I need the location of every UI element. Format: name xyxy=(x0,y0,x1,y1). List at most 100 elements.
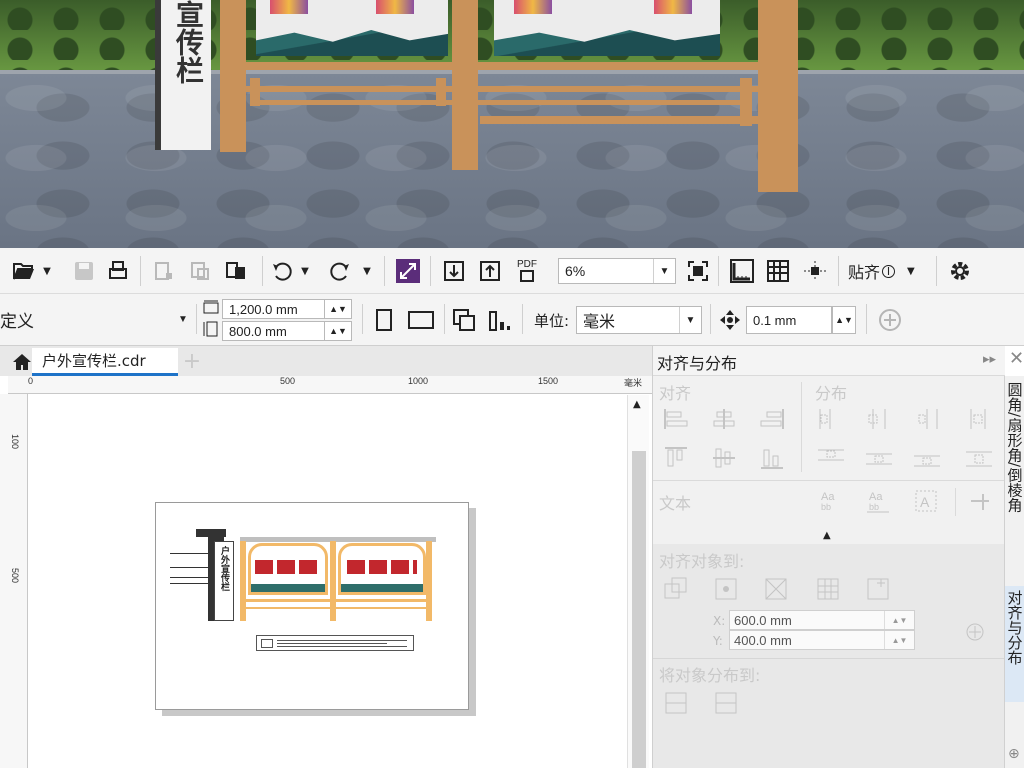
pdf-export-icon[interactable]: PDF xyxy=(512,258,542,282)
distribute-spacing-h-icon[interactable] xyxy=(965,408,993,434)
section-divider xyxy=(801,382,802,472)
document-page[interactable]: 户外宣传栏 xyxy=(155,502,469,710)
chevron-down-icon[interactable]: ▼ xyxy=(172,306,194,332)
align-x-input[interactable]: 600.0 mm ▲▼ xyxy=(729,610,915,630)
docker-tab-align-label: 对齐与分布 xyxy=(1005,590,1024,665)
chevron-down-icon[interactable]: ▼ xyxy=(653,259,675,283)
scrollbar-thumb[interactable] xyxy=(632,451,646,768)
design-panel-hill xyxy=(251,584,325,592)
nudge-distance-input[interactable]: 0.1 mm xyxy=(746,306,832,334)
show-grid-icon[interactable] xyxy=(766,259,790,283)
text-align-snap-icon[interactable] xyxy=(967,488,995,514)
text-baseline-first-icon[interactable]: Aa bb xyxy=(817,488,845,514)
align-section-label: 对齐 xyxy=(659,384,692,403)
distribute-to-selection-icon[interactable] xyxy=(663,690,691,716)
ruler-tick: 0 xyxy=(28,376,34,386)
distribute-bottom-icon[interactable] xyxy=(913,446,941,472)
align-y-input[interactable]: 400.0 mm ▲▼ xyxy=(729,630,915,650)
add-docker-icon[interactable]: ⊕ xyxy=(1008,746,1020,762)
redo-dropdown-caret[interactable]: ▼ xyxy=(360,259,374,283)
page-height-stepper[interactable]: ▲▼ xyxy=(324,321,352,341)
design-post xyxy=(240,541,246,621)
open-folder-icon[interactable] xyxy=(12,259,36,283)
current-page-icon[interactable] xyxy=(488,308,512,332)
document-tab[interactable]: 户外宣传栏.cdr xyxy=(32,348,178,376)
save-icon[interactable] xyxy=(72,259,96,283)
docker-tab-align[interactable]: 对齐与分布 xyxy=(1005,586,1024,702)
search-content-icon[interactable] xyxy=(396,259,420,283)
new-tab-plus-icon[interactable]: + xyxy=(180,349,204,374)
align-right-icon[interactable] xyxy=(759,408,787,434)
nudge-distance-stepper[interactable]: ▲▼ xyxy=(832,306,856,334)
docker-tab-fillet[interactable]: 圆角/扇形角/倒棱角 xyxy=(1005,378,1024,578)
page-width-stepper[interactable]: ▲▼ xyxy=(324,299,352,319)
page-preset-select[interactable]: 定义 ▼ xyxy=(0,306,194,332)
redo-icon[interactable] xyxy=(328,259,352,283)
design-caption-line xyxy=(277,640,407,641)
align-vertical-center-icon[interactable] xyxy=(711,446,739,472)
distribute-to-page-icon[interactable] xyxy=(713,690,741,716)
sign-text: 宣传栏 xyxy=(172,0,205,84)
collapse-section-icon[interactable]: ▲ xyxy=(823,530,831,541)
open-dropdown-caret[interactable]: ▼ xyxy=(40,259,54,283)
distribute-middle-icon[interactable] xyxy=(865,446,893,472)
frame-rail xyxy=(260,100,454,105)
show-guidelines-icon[interactable] xyxy=(802,259,826,283)
export-arrow-icon[interactable] xyxy=(478,259,502,283)
design-sign-face: 户外宣传栏 xyxy=(214,541,234,621)
text-baseline-last-icon[interactable]: Aa bb xyxy=(865,488,893,514)
text-bounding-box-icon[interactable]: A xyxy=(913,488,941,514)
scroll-up-icon[interactable]: ▲ xyxy=(633,399,641,410)
gear-icon[interactable] xyxy=(948,259,972,283)
align-to-page-center-icon[interactable] xyxy=(763,576,791,602)
print-icon[interactable] xyxy=(106,259,130,283)
align-horizontal-center-icon[interactable] xyxy=(711,408,739,434)
distribute-top-icon[interactable] xyxy=(817,446,845,472)
page-preset-value: 定义 xyxy=(0,311,34,331)
align-top-icon[interactable] xyxy=(663,446,691,472)
align-to-page-edge-icon[interactable] xyxy=(713,576,741,602)
add-icon[interactable] xyxy=(878,308,902,332)
export-icon[interactable] xyxy=(188,259,212,283)
align-left-icon[interactable] xyxy=(663,408,691,434)
vertical-ruler[interactable]: 100 500 xyxy=(0,394,28,768)
align-bottom-icon[interactable] xyxy=(759,446,787,472)
close-icon[interactable]: ✕ xyxy=(1009,348,1024,369)
distribute-center-icon[interactable] xyxy=(865,408,893,434)
horizontal-ruler[interactable]: 0 500 1000 1500 毫米 xyxy=(8,376,652,394)
import-icon[interactable] xyxy=(152,259,176,283)
distribute-spacing-v-icon[interactable] xyxy=(965,446,993,472)
undo-dropdown-caret[interactable]: ▼ xyxy=(298,259,312,283)
publish-icon[interactable] xyxy=(224,259,248,283)
display-board xyxy=(494,0,720,56)
portrait-orientation-icon[interactable] xyxy=(372,308,396,332)
undo-icon[interactable] xyxy=(270,259,294,283)
all-pages-icon[interactable] xyxy=(452,308,476,332)
page-height-input[interactable]: 800.0 mm xyxy=(222,321,326,341)
distribute-left-icon[interactable] xyxy=(817,408,845,434)
zoom-level-select[interactable]: 6% ▼ xyxy=(558,258,676,284)
full-screen-preview-icon[interactable] xyxy=(686,259,710,283)
pick-point-icon[interactable] xyxy=(963,620,991,646)
align-to-grid-icon[interactable] xyxy=(815,576,843,602)
align-to-point-icon[interactable] xyxy=(865,576,893,602)
ruler-units: 毫米 xyxy=(624,378,643,388)
align-to-active-object-icon[interactable] xyxy=(663,576,691,602)
toolbar-separator xyxy=(866,304,867,334)
distribute-right-icon[interactable] xyxy=(913,408,941,434)
docker-expand-icon[interactable]: ▸▸ xyxy=(983,352,996,367)
units-select[interactable]: 毫米 ▼ xyxy=(576,306,702,334)
align-y-value: 400.0 mm xyxy=(734,632,792,648)
show-rulers-icon[interactable] xyxy=(730,259,754,283)
import-arrow-icon[interactable] xyxy=(442,259,466,283)
design-rail xyxy=(240,599,432,602)
design-caption-line xyxy=(277,646,407,647)
chevron-down-icon[interactable]: ▼ xyxy=(679,307,701,333)
align-x-stepper[interactable]: ▲▼ xyxy=(884,611,914,629)
home-icon[interactable] xyxy=(10,350,34,374)
align-y-stepper[interactable]: ▲▼ xyxy=(884,631,914,649)
landscape-orientation-icon[interactable] xyxy=(406,308,436,332)
vertical-scrollbar[interactable]: ▲ xyxy=(627,395,649,768)
page-width-input[interactable]: 1,200.0 mm xyxy=(222,299,326,319)
snap-to-menu[interactable]: 贴齐 I ▼ xyxy=(848,260,915,282)
